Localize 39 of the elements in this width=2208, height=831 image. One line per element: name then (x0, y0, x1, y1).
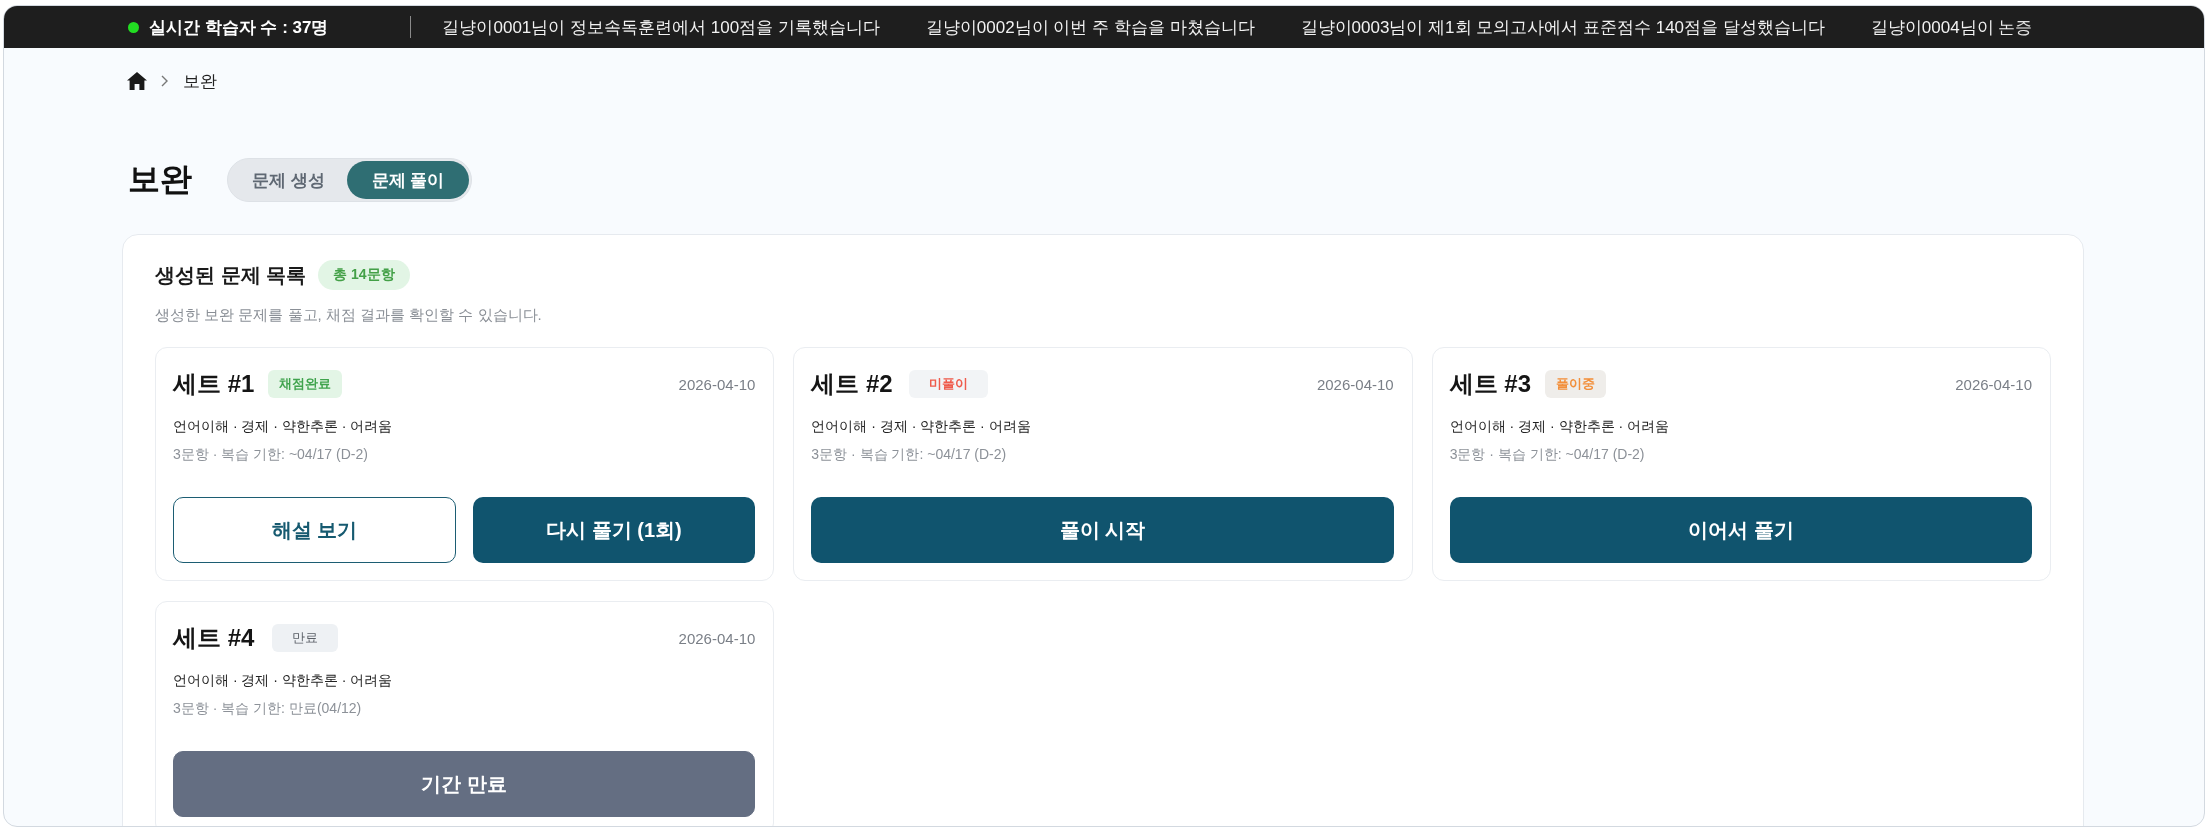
count-badge: 총 14문항 (318, 260, 410, 290)
page-title: 보완 (128, 160, 192, 199)
set-date: 2026-04-10 (1955, 375, 2032, 393)
set-tags: 언어이해 · 경제 · 약한추론 · 어려움 (173, 416, 756, 436)
set-title: 세트 #1 (173, 369, 255, 399)
set-tags: 언어이해 · 경제 · 약한추론 · 어려움 (811, 416, 1394, 436)
home-icon[interactable] (127, 72, 147, 90)
live-learner-count: 실시간 학습자 수 : 37명 (149, 16, 329, 39)
set-date: 2026-04-10 (1316, 375, 1394, 393)
section-description: 생성한 보완 문제를 풀고, 채점 결과를 확인할 수 있습니다. (155, 305, 543, 325)
mode-tab[interactable]: 문제 풀이 (346, 161, 470, 199)
breadcrumb-item[interactable]: 보완 (183, 69, 217, 93)
set-info: 3문항 · 복습 기한: 만료(04/12) (173, 699, 363, 718)
status-badge: 풀이중 (1545, 370, 1607, 398)
status-badge: 미풀이 (908, 370, 988, 398)
live-status-dot-icon (128, 21, 139, 33)
set-date: 2026-04-10 (678, 629, 756, 647)
ticker-message: 길냥이0003님이 제1회 모의고사에서 표준점수 140점을 달성했습니다 (1300, 16, 1825, 39)
chevron-right-icon (161, 75, 168, 87)
set-title: 세트 #2 (811, 369, 893, 399)
set-title: 세트 #3 (1449, 369, 1532, 399)
set-info: 3문항 · 복습 기한: ~04/17 (D-2) (1449, 445, 1646, 464)
action-button[interactable]: 해설 보기 (173, 497, 456, 563)
action-button[interactable]: 이어서 풀기 (1449, 497, 2032, 563)
action-button[interactable]: 다시 풀기 (1회) (472, 497, 756, 563)
ticker-message: 길냥이0001님이 정보속독훈련에서 100점을 기록했습니다 (442, 16, 880, 39)
status-badge: 채점완료 (268, 370, 343, 398)
set-info: 3문항 · 복습 기한: ~04/17 (D-2) (811, 445, 1008, 464)
set-date: 2026-04-10 (678, 375, 756, 393)
section-title: 생성된 문제 목록 (155, 262, 307, 288)
status-badge: 만료 (272, 624, 339, 652)
action-button[interactable]: 풀이 시작 (811, 497, 1394, 563)
set-tags: 언어이해 · 경제 · 약한추론 · 어려움 (1449, 416, 2032, 436)
ticker-message: 길냥이0002님이 이번 주 학습을 마쳤습니다 (925, 16, 1255, 39)
mode-tab[interactable]: 문제 생성 (230, 161, 347, 199)
set-title: 세트 #4 (173, 623, 255, 653)
set-tags: 언어이해 · 경제 · 약한추론 · 어려움 (173, 670, 756, 690)
set-info: 3문항 · 복습 기한: ~04/17 (D-2) (173, 445, 369, 464)
ticker-message: 길냥이0004님이 논증 (1870, 16, 2033, 39)
